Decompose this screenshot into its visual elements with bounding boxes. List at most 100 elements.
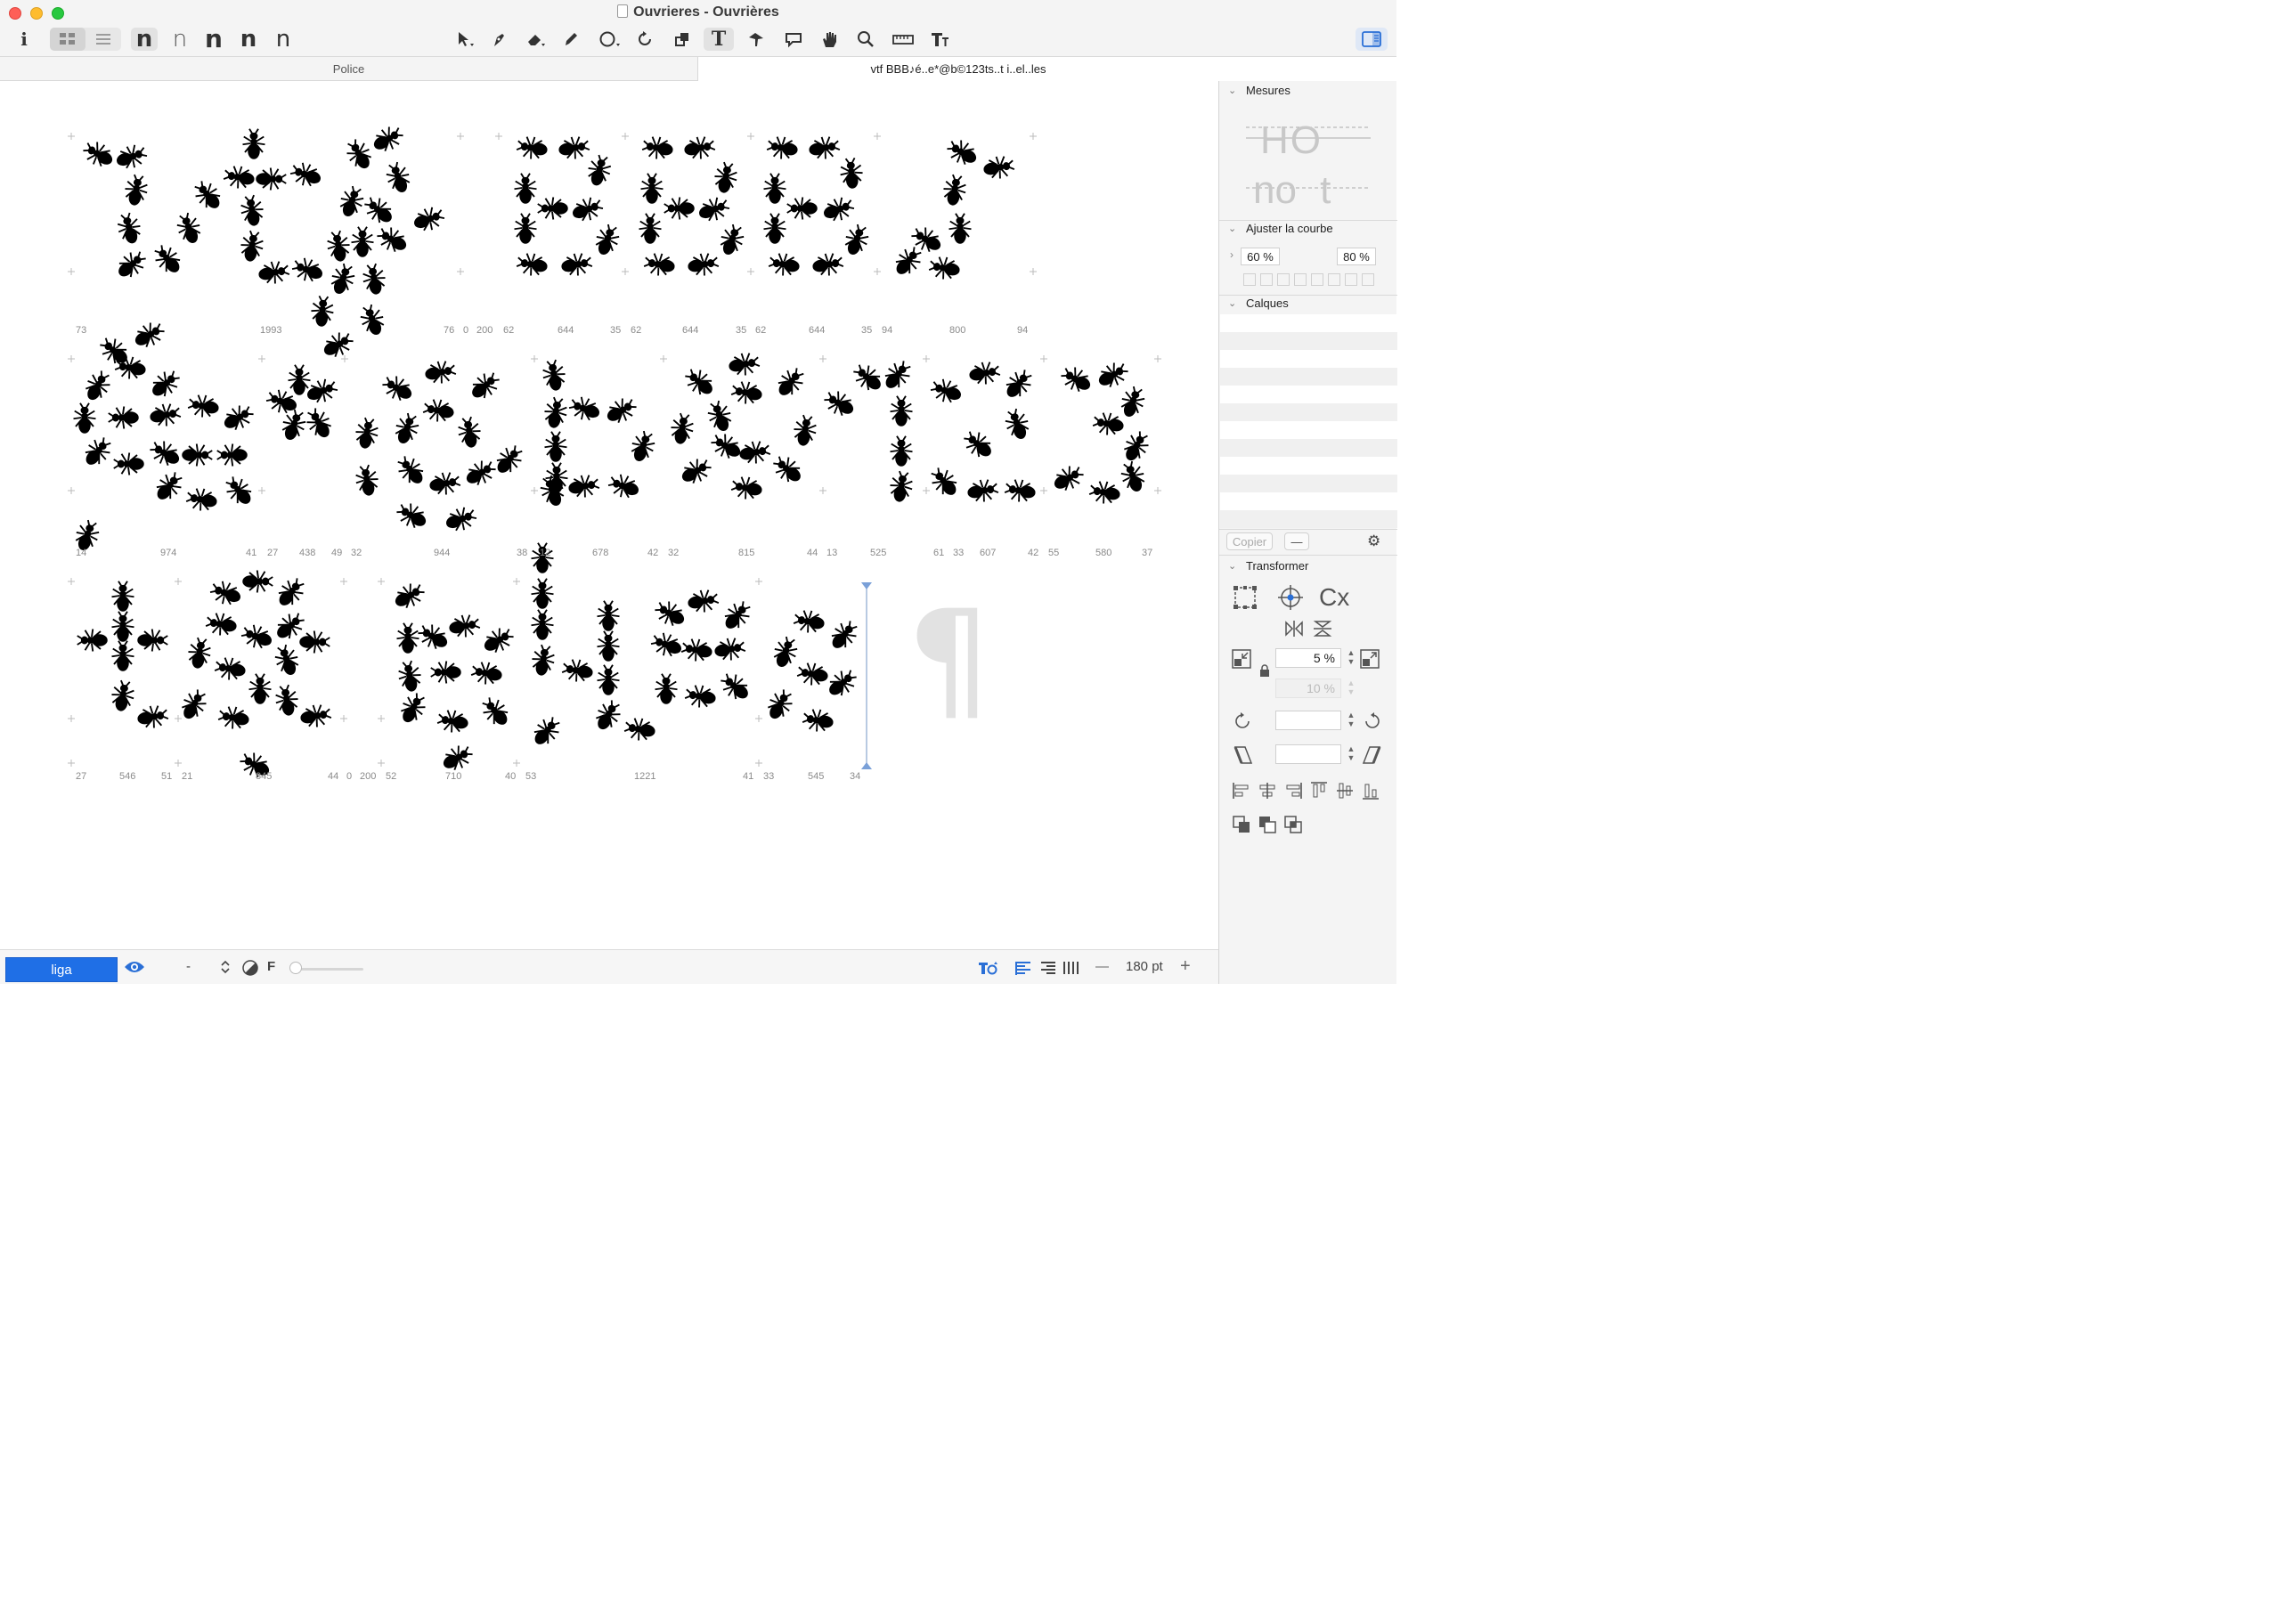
scale-field[interactable]: 5 % [1275,648,1341,668]
mesures-section-header[interactable]: ⌄ Mesures [1228,84,1290,97]
glyph-metric-label: 545 [808,771,825,782]
slant-stepper[interactable]: ▲ ▼ [1346,744,1356,764]
ant-shape [392,498,432,534]
pencil-icon[interactable] [561,28,581,51]
glyph-metric-label: 73 [76,325,87,336]
scale-down-icon[interactable] [1232,649,1251,673]
scale-field-vertical: 10 % [1275,678,1341,698]
intersect-icon[interactable] [1283,815,1303,839]
slant-left-icon[interactable] [1233,745,1253,769]
ant-shape [189,175,227,215]
grid-view-icon[interactable] [50,28,85,51]
rotate-field[interactable] [1275,711,1341,730]
metrics-tool-icon[interactable] [928,28,951,51]
sidebar-toggle-icon[interactable] [1356,28,1388,51]
glyph-black-button[interactable]: n [200,27,227,52]
ant-shape [513,172,538,205]
select-arrow-icon[interactable] [452,28,477,51]
glyph-metric-label: 200 [360,771,377,782]
align-center-h-icon[interactable] [1258,781,1277,805]
curve-value-1[interactable]: 60 % [1241,248,1280,265]
cursor-bottom-handle[interactable] [861,762,872,769]
flip-vertical-icon[interactable] [1312,619,1333,643]
cx-transform-label[interactable]: Cx [1319,584,1349,611]
edit-canvas[interactable]: 73 1993 76 0 200 62 644 35 62 644 35 62 644 35 94 800 94… [0,81,1218,949]
subtract-icon[interactable] [1258,815,1277,839]
scale-stepper[interactable]: ▲ ▼ [1346,648,1356,668]
text-tool-icon[interactable]: T [704,28,734,51]
lock-icon[interactable] [1259,664,1270,679]
ant-shape [129,317,169,353]
info-button[interactable]: i [14,28,34,51]
tab-police[interactable]: Police [0,57,698,81]
view-mode-segment[interactable] [50,28,121,51]
calques-section-header[interactable]: ⌄ Calques [1228,297,1289,310]
ant-shape [715,668,755,706]
rotate-ccw-icon[interactable] [1233,711,1253,735]
glyph-bold-button[interactable]: n [131,28,158,51]
origin-target-icon[interactable] [1276,584,1305,615]
contrast-icon[interactable] [242,960,258,979]
ant-shape [1116,458,1150,496]
scale-up-icon[interactable] [1360,649,1380,673]
ant-shape [207,576,245,610]
align-right-text-icon[interactable] [1040,961,1056,979]
curve-value-2[interactable]: 80 % [1337,248,1376,265]
tab-edit-text[interactable]: vtf BBB♪é..e*@b©123ts..t i..el..les [698,57,1218,81]
transformer-section-header[interactable]: ⌄ Transformer [1228,559,1308,573]
feature-liga-button[interactable]: liga [5,957,118,982]
font-size-value[interactable]: 180 pt [1126,959,1163,974]
glyph-metric-label: 845 [256,771,273,782]
ant-shape [530,608,555,641]
list-view-icon[interactable] [85,28,121,51]
remove-layer-button[interactable]: — [1284,532,1309,550]
rotate-stepper[interactable]: ▲ ▼ [1346,711,1356,730]
rotate-icon[interactable] [635,28,656,51]
align-left-text-icon[interactable] [1015,961,1031,979]
up-down-chevron-icon[interactable] [220,959,231,979]
zoom-in-button[interactable]: + [1180,956,1191,977]
preview-slider-track[interactable] [294,968,363,971]
ant-shape [889,394,914,427]
gear-icon[interactable]: ⚙ [1367,532,1380,550]
pen-icon[interactable] [488,28,509,51]
scale-icon[interactable] [672,28,693,51]
flip-horizontal-icon[interactable] [1283,619,1305,643]
glyph-light-button[interactable]: n [167,28,193,51]
rotate-cw-icon[interactable] [1362,711,1381,735]
zoom-out-button[interactable]: — [1095,959,1109,974]
ant-shape [558,249,595,280]
zoom-icon[interactable] [855,28,876,51]
align-right-icon[interactable] [1283,781,1303,805]
glyph-metric-label: 644 [809,325,826,336]
vertical-text-icon[interactable] [1063,961,1079,979]
align-left-icon[interactable] [1232,781,1251,805]
union-icon[interactable] [1232,815,1251,839]
ajuster-section-header[interactable]: ⌄ Ajuster la courbe [1228,222,1333,235]
ant-shape [680,363,720,402]
chevron-right-icon[interactable]: › [1230,248,1233,261]
eye-icon[interactable] [124,959,145,979]
glyph-regular-button[interactable]: n [270,28,297,51]
inspector-panel: ⌄ Mesures HO no t ⌄ Ajuster la courbe › 60… [1218,81,1397,984]
annotation-icon[interactable] [782,28,805,51]
ellipse-icon[interactable] [597,28,623,51]
slant-right-icon[interactable] [1362,745,1381,769]
preview-slider-knob[interactable] [289,962,302,974]
align-top-icon[interactable] [1309,781,1329,805]
copy-button[interactable]: Copier [1226,532,1273,550]
glyph-metric-label: 32 [351,548,362,558]
slant-field[interactable] [1275,744,1341,764]
knife-icon[interactable] [745,28,768,51]
hand-icon[interactable] [818,28,842,51]
text-options-icon[interactable] [978,960,999,979]
glyph-metric-label: 580 [1095,548,1112,558]
measure-icon[interactable] [891,28,916,51]
glyph-medium-button[interactable]: n [235,28,262,51]
eraser-icon[interactable] [524,28,549,51]
align-bottom-icon[interactable] [1361,781,1380,805]
bounding-box-icon[interactable] [1232,584,1258,615]
cursor-top-handle[interactable] [861,582,872,589]
align-center-v-icon[interactable] [1335,781,1355,805]
ant-shape [667,410,697,447]
